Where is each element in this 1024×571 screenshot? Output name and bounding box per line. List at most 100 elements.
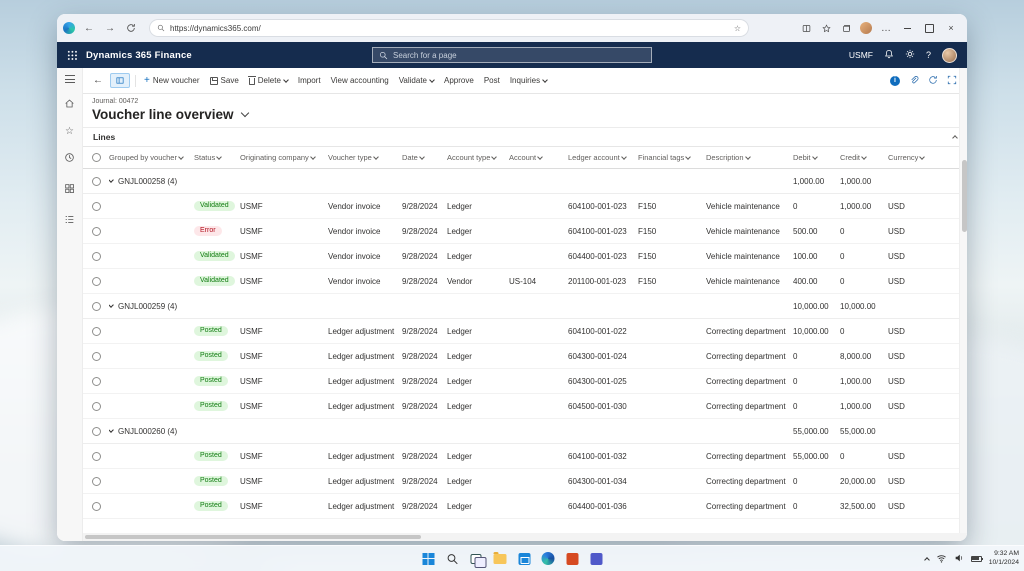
app-title[interactable]: Dynamics 365 Finance	[86, 50, 192, 61]
home-icon[interactable]	[64, 96, 75, 114]
row-select-radio[interactable]	[92, 477, 101, 486]
window-close-button[interactable]: ×	[941, 19, 961, 37]
nav-menu-icon[interactable]	[65, 75, 75, 83]
volume-icon[interactable]	[954, 550, 964, 568]
row-select-cell[interactable]	[83, 244, 109, 268]
window-minimize-button[interactable]	[897, 19, 917, 37]
network-wifi-icon[interactable]	[936, 550, 947, 568]
voucher-line-row[interactable]: PostedUSMFLedger adjustment9/28/2024Ledg…	[83, 319, 967, 344]
company-picker[interactable]: USMF	[849, 50, 873, 60]
row-select-cell[interactable]	[83, 219, 109, 243]
column-header-currency[interactable]: Currency	[888, 153, 967, 162]
column-header-voucher-type[interactable]: Voucher type	[328, 153, 402, 162]
address-bar[interactable]: https://dynamics365.com/ ☆	[149, 19, 749, 37]
voucher-line-row[interactable]: ValidatedUSMFVendor invoice9/28/2024Ledg…	[83, 244, 967, 269]
inquiries-button[interactable]: Inquiries	[505, 73, 552, 88]
row-select-cell[interactable]	[83, 319, 109, 343]
row-select-cell[interactable]	[83, 469, 109, 493]
notifications-bell-icon[interactable]	[884, 46, 894, 64]
browser-forward-icon[interactable]: →	[101, 20, 119, 36]
favorites-icon[interactable]: ☆	[65, 127, 74, 137]
column-header-financial-tags[interactable]: Financial tags	[638, 153, 706, 162]
voucher-line-row[interactable]: ValidatedUSMFVendor invoice9/28/2024Vend…	[83, 269, 967, 294]
expand-chevron-icon[interactable]	[109, 427, 114, 433]
modules-list-icon[interactable]	[64, 212, 75, 230]
column-header-status[interactable]: Status	[194, 153, 240, 162]
voucher-line-row[interactable]: PostedUSMFLedger adjustment9/28/2024Ledg…	[83, 344, 967, 369]
column-header-date[interactable]: Date	[402, 153, 447, 162]
voucher-line-row[interactable]: PostedUSMFLedger adjustment9/28/2024Ledg…	[83, 369, 967, 394]
import-button[interactable]: Import	[293, 73, 326, 88]
fullscreen-icon[interactable]	[947, 75, 957, 87]
voucher-line-row[interactable]: ValidatedUSMFVendor invoice9/28/2024Ledg…	[83, 194, 967, 219]
row-select-cell[interactable]	[83, 169, 109, 193]
collections-icon[interactable]	[837, 20, 855, 36]
settings-gear-icon[interactable]	[905, 46, 915, 64]
row-select-radio[interactable]	[92, 427, 101, 436]
action-pane-pin-button[interactable]	[110, 73, 130, 88]
row-select-radio[interactable]	[92, 402, 101, 411]
row-select-cell[interactable]	[83, 494, 109, 518]
office-app-icon[interactable]	[565, 551, 580, 566]
voucher-line-row[interactable]: PostedUSMFLedger adjustment9/28/2024Ledg…	[83, 394, 967, 419]
column-header-account[interactable]: Account	[509, 153, 568, 162]
row-select-radio[interactable]	[92, 377, 101, 386]
waffle-icon[interactable]	[67, 50, 77, 60]
browser-logo-icon[interactable]	[63, 22, 75, 34]
column-header-description[interactable]: Description	[706, 153, 793, 162]
save-button[interactable]: Save	[205, 73, 244, 88]
voucher-group-cell[interactable]: GNJL000258 (4)	[109, 169, 194, 193]
voucher-line-row[interactable]: ErrorUSMFVendor invoice9/28/2024Ledger60…	[83, 219, 967, 244]
page-search-box[interactable]	[372, 47, 652, 63]
battery-icon[interactable]	[971, 556, 982, 562]
horizontal-scrollbar-thumb[interactable]	[85, 535, 421, 539]
row-select-radio[interactable]	[92, 352, 101, 361]
help-icon[interactable]: ?	[926, 50, 931, 60]
browser-back-icon[interactable]: ←	[80, 20, 98, 36]
expand-chevron-icon[interactable]	[109, 302, 114, 308]
edge-icon[interactable]	[541, 551, 556, 566]
column-header-grouped-by-voucher[interactable]: Grouped by voucher	[109, 153, 194, 162]
view-switcher-chevron-icon[interactable]	[240, 109, 248, 117]
row-select-radio[interactable]	[92, 302, 101, 311]
column-header-ledger-account[interactable]: Ledger account	[568, 153, 638, 162]
row-select-cell[interactable]	[83, 394, 109, 418]
row-select-radio[interactable]	[92, 177, 101, 186]
vertical-scrollbar[interactable]	[959, 68, 967, 533]
voucher-line-row[interactable]: PostedUSMFLedger adjustment9/28/2024Ledg…	[83, 494, 967, 519]
tray-overflow-chevron-icon[interactable]	[924, 557, 930, 563]
column-header-account-type[interactable]: Account type	[447, 153, 509, 162]
refresh-icon[interactable]	[928, 75, 938, 87]
voucher-line-row[interactable]: PostedUSMFLedger adjustment9/28/2024Ledg…	[83, 469, 967, 494]
workspaces-icon[interactable]	[64, 181, 75, 199]
row-select-radio[interactable]	[92, 202, 101, 211]
row-select-cell[interactable]	[83, 294, 109, 318]
voucher-line-row[interactable]: PostedUSMFLedger adjustment9/28/2024Ledg…	[83, 444, 967, 469]
taskbar-search-icon[interactable]	[445, 551, 460, 566]
taskbar-clock[interactable]: 9:32 AM 10/1/2024	[989, 550, 1019, 568]
page-search-input[interactable]	[393, 51, 645, 60]
row-select-radio[interactable]	[92, 252, 101, 261]
row-select-cell[interactable]	[83, 194, 109, 218]
row-select-radio[interactable]	[92, 502, 101, 511]
column-header-credit[interactable]: Credit	[840, 153, 888, 162]
lines-section-header[interactable]: Lines	[83, 127, 967, 147]
vertical-scrollbar-thumb[interactable]	[962, 160, 967, 232]
validate-button[interactable]: Validate	[394, 73, 439, 88]
browser-more-icon[interactable]: …	[877, 20, 895, 36]
voucher-group-row[interactable]: GNJL000260 (4)55,000.0055,000.00	[83, 419, 967, 444]
teams-app-icon[interactable]	[589, 551, 604, 566]
windows-start-icon[interactable]	[421, 551, 436, 566]
voucher-group-row[interactable]: GNJL000259 (4)10,000.0010,000.00	[83, 294, 967, 319]
row-select-radio[interactable]	[92, 227, 101, 236]
select-all-radio[interactable]	[92, 153, 101, 162]
collapse-section-chevron-icon[interactable]	[952, 135, 958, 141]
row-select-radio[interactable]	[92, 277, 101, 286]
voucher-group-cell[interactable]: GNJL000259 (4)	[109, 294, 194, 318]
row-select-cell[interactable]	[83, 269, 109, 293]
approve-button[interactable]: Approve	[439, 73, 479, 88]
row-select-radio[interactable]	[92, 327, 101, 336]
message-center-icon[interactable]: i	[890, 76, 900, 86]
voucher-group-cell[interactable]: GNJL000260 (4)	[109, 419, 194, 443]
view-accounting-button[interactable]: View accounting	[326, 73, 394, 88]
